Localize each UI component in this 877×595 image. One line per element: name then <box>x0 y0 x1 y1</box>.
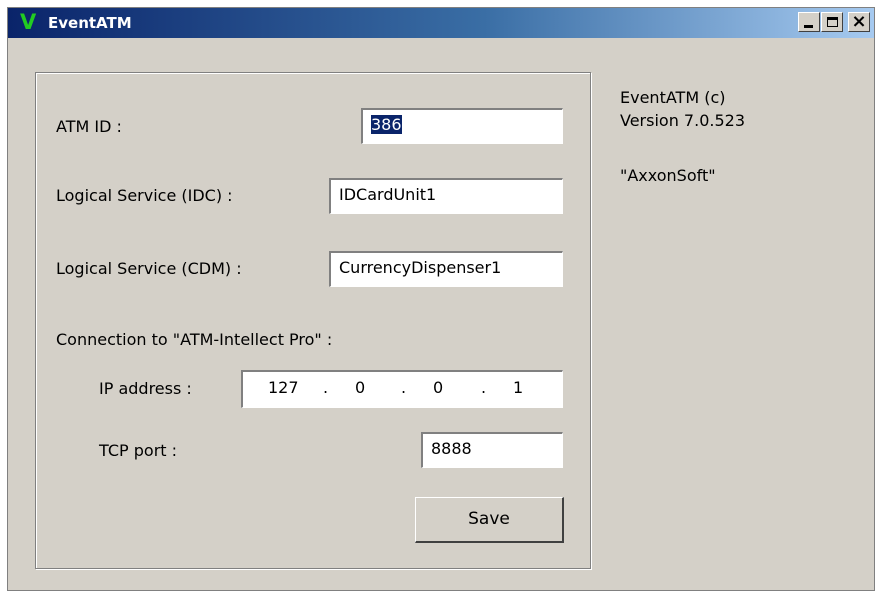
ip-dot: . <box>323 378 329 397</box>
atm-id-input[interactable]: 386 <box>361 108 563 144</box>
idc-input[interactable]: IDCardUnit1 <box>329 178 563 214</box>
maximize-button[interactable] <box>821 12 843 32</box>
ip-dot: . <box>481 378 487 397</box>
cdm-input[interactable]: CurrencyDispenser1 <box>329 251 563 287</box>
app-logo-icon: V <box>20 10 37 34</box>
app-window: V EventATM × ATM ID : 386 Logical Servic… <box>7 7 875 591</box>
company-name: "AxxonSoft" <box>620 166 716 185</box>
close-icon: × <box>851 11 867 32</box>
minimize-button[interactable] <box>798 12 820 32</box>
ip-dot: . <box>401 378 407 397</box>
settings-group <box>35 72 591 569</box>
product-name: EventATM (c) <box>620 88 726 107</box>
cdm-label: Logical Service (CDM) : <box>56 259 242 278</box>
version-text: Version 7.0.523 <box>620 111 745 130</box>
ip-octet-2: 0 <box>355 378 366 397</box>
tcp-port-label: TCP port : <box>99 441 178 460</box>
ip-octet-1: 127 <box>268 378 299 397</box>
ip-address-label: IP address : <box>99 379 192 398</box>
maximize-icon <box>827 17 838 27</box>
ip-address-input[interactable]: 127 . 0 . 0 . 1 <box>241 370 563 408</box>
connection-label: Connection to "ATM-Intellect Pro" : <box>56 330 333 349</box>
tcp-port-input[interactable]: 8888 <box>421 432 563 468</box>
title-bar[interactable]: V EventATM × <box>8 8 874 38</box>
ip-octet-4: 1 <box>513 378 524 397</box>
idc-label: Logical Service (IDC) : <box>56 186 233 205</box>
ip-octet-3: 0 <box>433 378 444 397</box>
save-button[interactable]: Save <box>415 497 564 543</box>
atm-id-value: 386 <box>371 115 402 134</box>
window-title: EventATM <box>48 14 132 32</box>
minimize-icon <box>804 25 813 28</box>
atm-id-label: ATM ID : <box>56 117 122 136</box>
close-button[interactable]: × <box>848 12 870 32</box>
